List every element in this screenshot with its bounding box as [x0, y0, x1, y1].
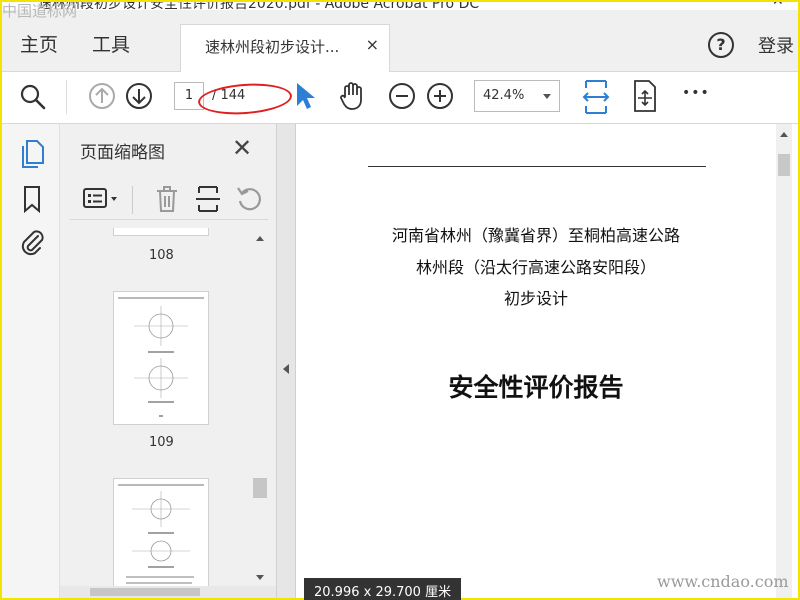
doc-scroll-up-icon[interactable] [780, 132, 788, 137]
thumbnail-list: 108 109 [60, 228, 276, 598]
page-thumbnails-icon[interactable] [18, 138, 46, 170]
rotate-icon[interactable] [234, 184, 264, 214]
thumbnails-title: 页面缩略图 [80, 143, 165, 163]
watermark-bottom-right: www.cndao.com [657, 572, 789, 591]
scroll-thumb[interactable] [253, 478, 267, 498]
extract-pages-icon[interactable] [194, 184, 222, 214]
search-icon[interactable] [18, 82, 48, 112]
chevron-down-icon [543, 94, 551, 99]
hand-tool-icon[interactable] [336, 79, 370, 113]
thumbnail-page-110[interactable] [113, 478, 209, 598]
menu-home[interactable]: 主页 [20, 30, 58, 57]
thumbnail-label: 108 [149, 248, 174, 263]
toolbar-divider [66, 80, 67, 114]
red-annotation-ellipse [197, 80, 293, 118]
panel-splitter[interactable] [276, 124, 296, 598]
thumbnail-page-108[interactable] [113, 291, 209, 425]
minimize-button[interactable]: — [714, 2, 728, 9]
bookmark-icon[interactable] [20, 184, 44, 214]
thumbnail-label: 109 [149, 435, 174, 450]
menu-bar: 主页 工具 速林州段初步设计... × ? 登录 [2, 10, 798, 72]
more-tools-icon[interactable]: ••• [682, 85, 710, 101]
document-line-1: 河南省林州（豫冀省界）至桐柏高速公路 [391, 226, 680, 245]
document-view: 河南省林州（豫冀省界）至桐柏高速公路 林州段（沿太行高速公路安阳段） 初步设计 … [296, 124, 798, 600]
tools-divider [132, 186, 133, 214]
page-dimensions-tooltip: 20.996 x 29.700 厘米 [304, 578, 462, 600]
hscroll-thumb[interactable] [90, 588, 200, 596]
thumbnail-options-icon[interactable] [82, 186, 122, 212]
close-tab-icon[interactable]: × [366, 35, 379, 54]
document-title: 安全性评价报告 [448, 373, 624, 402]
watermark-top-left: 中国道标网 [2, 2, 78, 20]
fit-width-icon[interactable] [580, 78, 612, 116]
thumbnails-panel: 页面缩略图 ✕ 108 109 [60, 124, 276, 598]
page-fit-icon[interactable] [630, 79, 660, 113]
document-line-3: 初步设计 [503, 289, 568, 308]
scroll-down-icon[interactable] [256, 575, 264, 580]
collapse-panel-icon[interactable] [283, 364, 289, 374]
left-rail [2, 124, 60, 598]
doc-scroll-thumb[interactable] [778, 154, 790, 176]
close-panel-icon[interactable]: ✕ [232, 134, 252, 162]
zoom-select[interactable]: 42.4% [474, 80, 560, 112]
title-bar: 速林州段初步设计安全性评价报告2020.pdf - Adobe Acrobat … [2, 2, 798, 10]
thumbnail-drawing [118, 297, 204, 417]
thumbnail-page-107[interactable] [113, 228, 209, 236]
thumbnails-toolbar [70, 180, 268, 220]
zoom-in-icon[interactable] [425, 81, 455, 111]
login-button[interactable]: 登录 [758, 32, 794, 58]
next-page-icon[interactable] [124, 81, 154, 111]
scroll-up-icon[interactable] [256, 236, 264, 241]
delete-icon[interactable] [154, 184, 180, 214]
zoom-out-icon[interactable] [387, 81, 417, 111]
previous-page-icon[interactable] [87, 81, 117, 111]
zoom-value: 42.4% [483, 88, 525, 103]
document-scrollbar[interactable] [776, 124, 792, 598]
header-rule [368, 166, 706, 167]
window-title: 速林州段初步设计安全性评价报告2020.pdf - Adobe Acrobat … [38, 2, 480, 10]
document-tab[interactable]: 速林州段初步设计... × [180, 24, 390, 72]
help-icon[interactable]: ? [708, 32, 734, 58]
thumbnail-scrollbar[interactable] [252, 230, 268, 590]
close-window-button[interactable]: ✕ [772, 2, 784, 9]
attachment-icon[interactable] [18, 226, 46, 256]
toolbar: 1 / 144 42.4% ••• [2, 72, 798, 124]
select-cursor-icon[interactable] [292, 80, 318, 112]
thumbnail-drawing [118, 484, 204, 596]
document-line-2: 林州段（沿太行高速公路安阳段） [415, 258, 656, 277]
thumbnail-horizontal-scrollbar[interactable] [60, 586, 276, 598]
document-tab-label: 速林州段初步设计... [205, 38, 340, 56]
menu-tools[interactable]: 工具 [92, 30, 130, 57]
